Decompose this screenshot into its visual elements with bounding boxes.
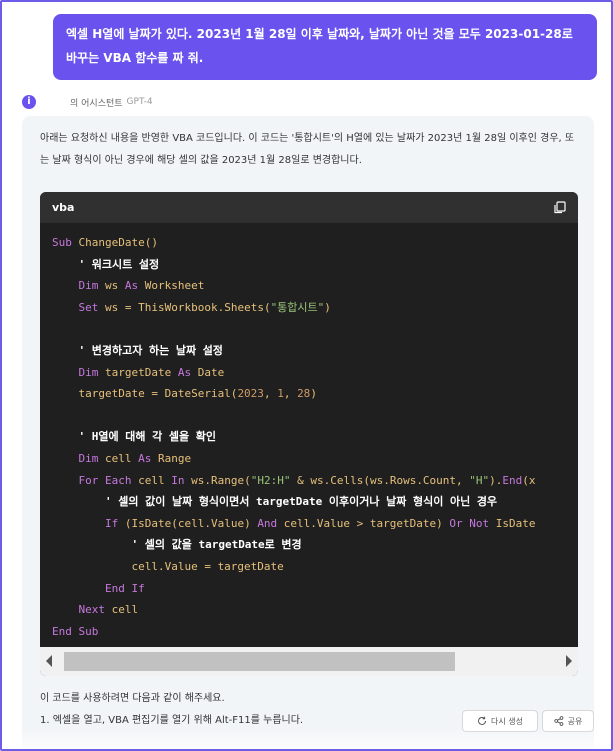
code-line: ' 변경하고자 하는 날짜 설정 xyxy=(78,343,223,357)
assistant-model-label: GPT-4 xyxy=(126,97,153,107)
code-line: ' 워크시트 설정 xyxy=(78,257,160,271)
user-message-bubble: 엑셀 H열에 날짜가 있다. 2023년 1월 28일 이후 날짜와, 날짜가 … xyxy=(53,14,597,80)
code-line: ' 셀의 값을 targetDate로 변경 xyxy=(131,538,302,552)
assistant-info-icon: i xyxy=(22,95,36,109)
chat-window: 엑셀 H열에 날짜가 있다. 2023년 1월 28일 이후 날짜와, 날짜가 … xyxy=(0,0,613,751)
scroll-right-arrow-icon[interactable] xyxy=(566,655,572,667)
outro-lead-text: 이 코드를 사용하려면 다음과 같이 해주세요. xyxy=(40,693,225,704)
code-body: Sub ChangeDate() ' 워크시트 설정 Dim ws As Wor… xyxy=(40,223,578,647)
code-line: Dim ws As Worksheet xyxy=(78,279,205,293)
code-line: Dim targetDate As Date xyxy=(78,365,225,379)
scroll-left-arrow-icon[interactable] xyxy=(46,655,52,667)
code-line: Sub ChangeDate() xyxy=(52,236,158,249)
user-message-text: 엑셀 H열에 날짜가 있다. 2023년 1월 28일 이후 날짜와, 날짜가 … xyxy=(66,27,573,65)
code-horizontal-scrollbar[interactable] xyxy=(40,647,578,676)
share-icon xyxy=(553,716,563,726)
code-line: targetDate = DateSerial(2023, 1, 28) xyxy=(52,387,317,401)
answer-intro-text: 아래는 요청하신 내용을 반영한 VBA 코드입니다. 이 코드는 '통합시트'… xyxy=(40,133,575,166)
code-line: Dim cell As Range xyxy=(78,451,192,465)
code-line: If (IsDate(cell.Value) And cell.Value > … xyxy=(104,516,536,530)
bottom-fade xyxy=(2,728,611,749)
regenerate-label: 다시 생성 xyxy=(491,716,523,726)
code-line: End Sub xyxy=(52,624,99,638)
assistant-name: 의 어시스턴트 xyxy=(70,98,123,109)
code-line: ' H열에 대해 각 셀을 확인 xyxy=(78,430,216,444)
code-block: vba Sub ChangeDate() ' 워크시트 설정 Dim ws As… xyxy=(40,192,578,676)
share-label: 공유 xyxy=(567,716,583,726)
code-line: For Each cell In ws.Range("H2:H" & ws.Ce… xyxy=(78,473,536,487)
scroll-thumb[interactable] xyxy=(64,652,455,671)
code-line: Set ws = ThisWorkbook.Sheets("통합시트") xyxy=(78,300,331,314)
refresh-icon xyxy=(478,716,486,725)
assistant-header: i 의 어시스턴트 GPT-4 xyxy=(22,93,153,111)
code-line: ' 셀의 값이 날짜 형식이면서 targetDate 이후이거나 날짜 형식이… xyxy=(104,495,498,509)
code-language-label: vba xyxy=(52,201,75,214)
assistant-answer: 아래는 요청하신 내용을 반영한 VBA 코드입니다. 이 코드는 '통합시트'… xyxy=(22,116,594,749)
code-block-header: vba xyxy=(40,192,578,223)
code-line: cell.Value = targetDate xyxy=(52,559,284,573)
code-line: Next cell xyxy=(78,603,139,617)
code-line: End If xyxy=(104,581,145,595)
copy-icon[interactable] xyxy=(553,201,566,214)
